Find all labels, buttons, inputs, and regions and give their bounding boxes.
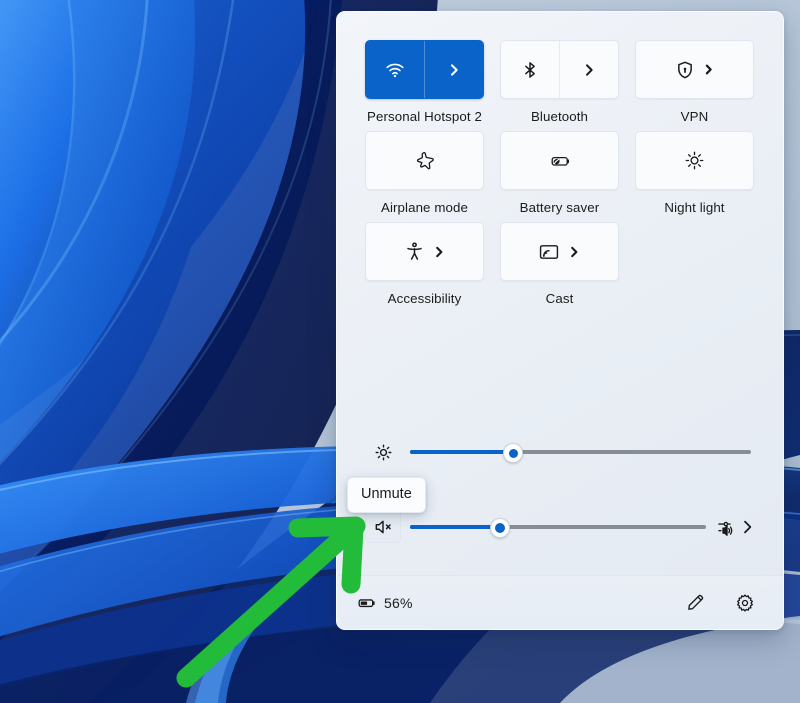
tile-label-night-light: Night light: [664, 200, 725, 215]
chevron-right-icon: [567, 245, 581, 259]
wifi-icon: [384, 59, 406, 77]
chevron-right-icon: [739, 519, 755, 535]
accessibility-icon: [404, 241, 425, 262]
quick-settings-panel: Personal Hotspot 2 Bluetooth VPN Airplan…: [336, 11, 784, 630]
volume-output-selector[interactable]: [716, 517, 755, 538]
tile-cell-airplane: Airplane mode: [365, 131, 484, 216]
tile-label-airplane-mode: Airplane mode: [380, 200, 469, 215]
bluetooth-icon: [520, 60, 540, 80]
pencil-icon: [686, 593, 705, 612]
chevron-right-icon: [581, 62, 597, 78]
airplane-icon: [414, 150, 436, 172]
brightness-slider-icon-button: [365, 436, 401, 468]
brightness-icon: [684, 150, 705, 171]
tile-cell-vpn: VPN: [635, 40, 754, 125]
mute-toggle-button[interactable]: [365, 511, 401, 543]
tile-cell-wifi: Personal Hotspot 2: [365, 40, 484, 125]
tile-label-battery-saver: Battery saver: [519, 200, 600, 215]
battery-status: 56%: [357, 593, 413, 613]
tile-cell-battery-saver: Battery saver: [500, 131, 619, 216]
tile-cast[interactable]: [500, 222, 619, 281]
tile-bluetooth-expand[interactable]: [560, 41, 618, 98]
tile-bluetooth[interactable]: [500, 40, 619, 99]
tile-accessibility[interactable]: [365, 222, 484, 281]
battery-icon: [357, 593, 377, 613]
chevron-right-icon: [702, 63, 715, 76]
brightness-slider-track[interactable]: [410, 441, 751, 463]
battery-leaf-icon: [548, 149, 572, 173]
volume-slider-thumb[interactable]: [489, 518, 510, 538]
volume-track-fill: [410, 525, 499, 529]
sound-mixer-icon: [716, 517, 737, 538]
tile-wifi-expand[interactable]: [425, 41, 483, 98]
brightness-slider-thumb[interactable]: [503, 443, 524, 463]
tile-cell-bluetooth: Bluetooth: [500, 40, 619, 125]
tile-wifi-toggle[interactable]: [366, 41, 425, 98]
chevron-right-icon: [432, 245, 446, 259]
tile-label-wifi: Personal Hotspot 2: [367, 109, 482, 124]
brightness-track-fill: [410, 450, 513, 454]
tile-label-accessibility: Accessibility: [387, 291, 462, 306]
tile-night-light[interactable]: [635, 131, 754, 190]
quick-settings-tile-grid: Personal Hotspot 2 Bluetooth VPN Airplan…: [365, 40, 755, 307]
tile-vpn[interactable]: [635, 40, 754, 99]
all-settings-button[interactable]: [729, 587, 761, 619]
tile-bluetooth-toggle[interactable]: [501, 41, 560, 98]
unmute-tooltip: Unmute: [347, 477, 426, 513]
tile-cell-night-light: Night light: [635, 131, 754, 216]
cast-icon: [538, 241, 560, 263]
tile-label-vpn: VPN: [680, 109, 709, 124]
quick-settings-footer: 56%: [337, 575, 783, 629]
speaker-mute-icon: [373, 517, 393, 537]
tile-cell-cast: Cast: [500, 222, 619, 307]
tile-label-bluetooth: Bluetooth: [530, 109, 589, 124]
gear-icon: [735, 593, 755, 613]
volume-slider-row: [365, 510, 755, 544]
tile-airplane-mode[interactable]: [365, 131, 484, 190]
shield-lock-icon: [675, 60, 695, 80]
chevron-right-icon: [446, 62, 462, 78]
edit-quick-settings-button[interactable]: [679, 587, 711, 619]
footer-actions: [679, 587, 761, 619]
volume-slider-track[interactable]: [410, 516, 706, 538]
quick-settings-surface: Personal Hotspot 2 Bluetooth VPN Airplan…: [337, 12, 783, 629]
brightness-slider-row: [365, 435, 755, 469]
tile-cell-accessibility: Accessibility: [365, 222, 484, 307]
tile-wifi[interactable]: [365, 40, 484, 99]
tile-battery-saver[interactable]: [500, 131, 619, 190]
battery-percent-label: 56%: [384, 594, 413, 611]
tile-label-cast: Cast: [545, 291, 574, 306]
brightness-icon: [374, 443, 393, 462]
